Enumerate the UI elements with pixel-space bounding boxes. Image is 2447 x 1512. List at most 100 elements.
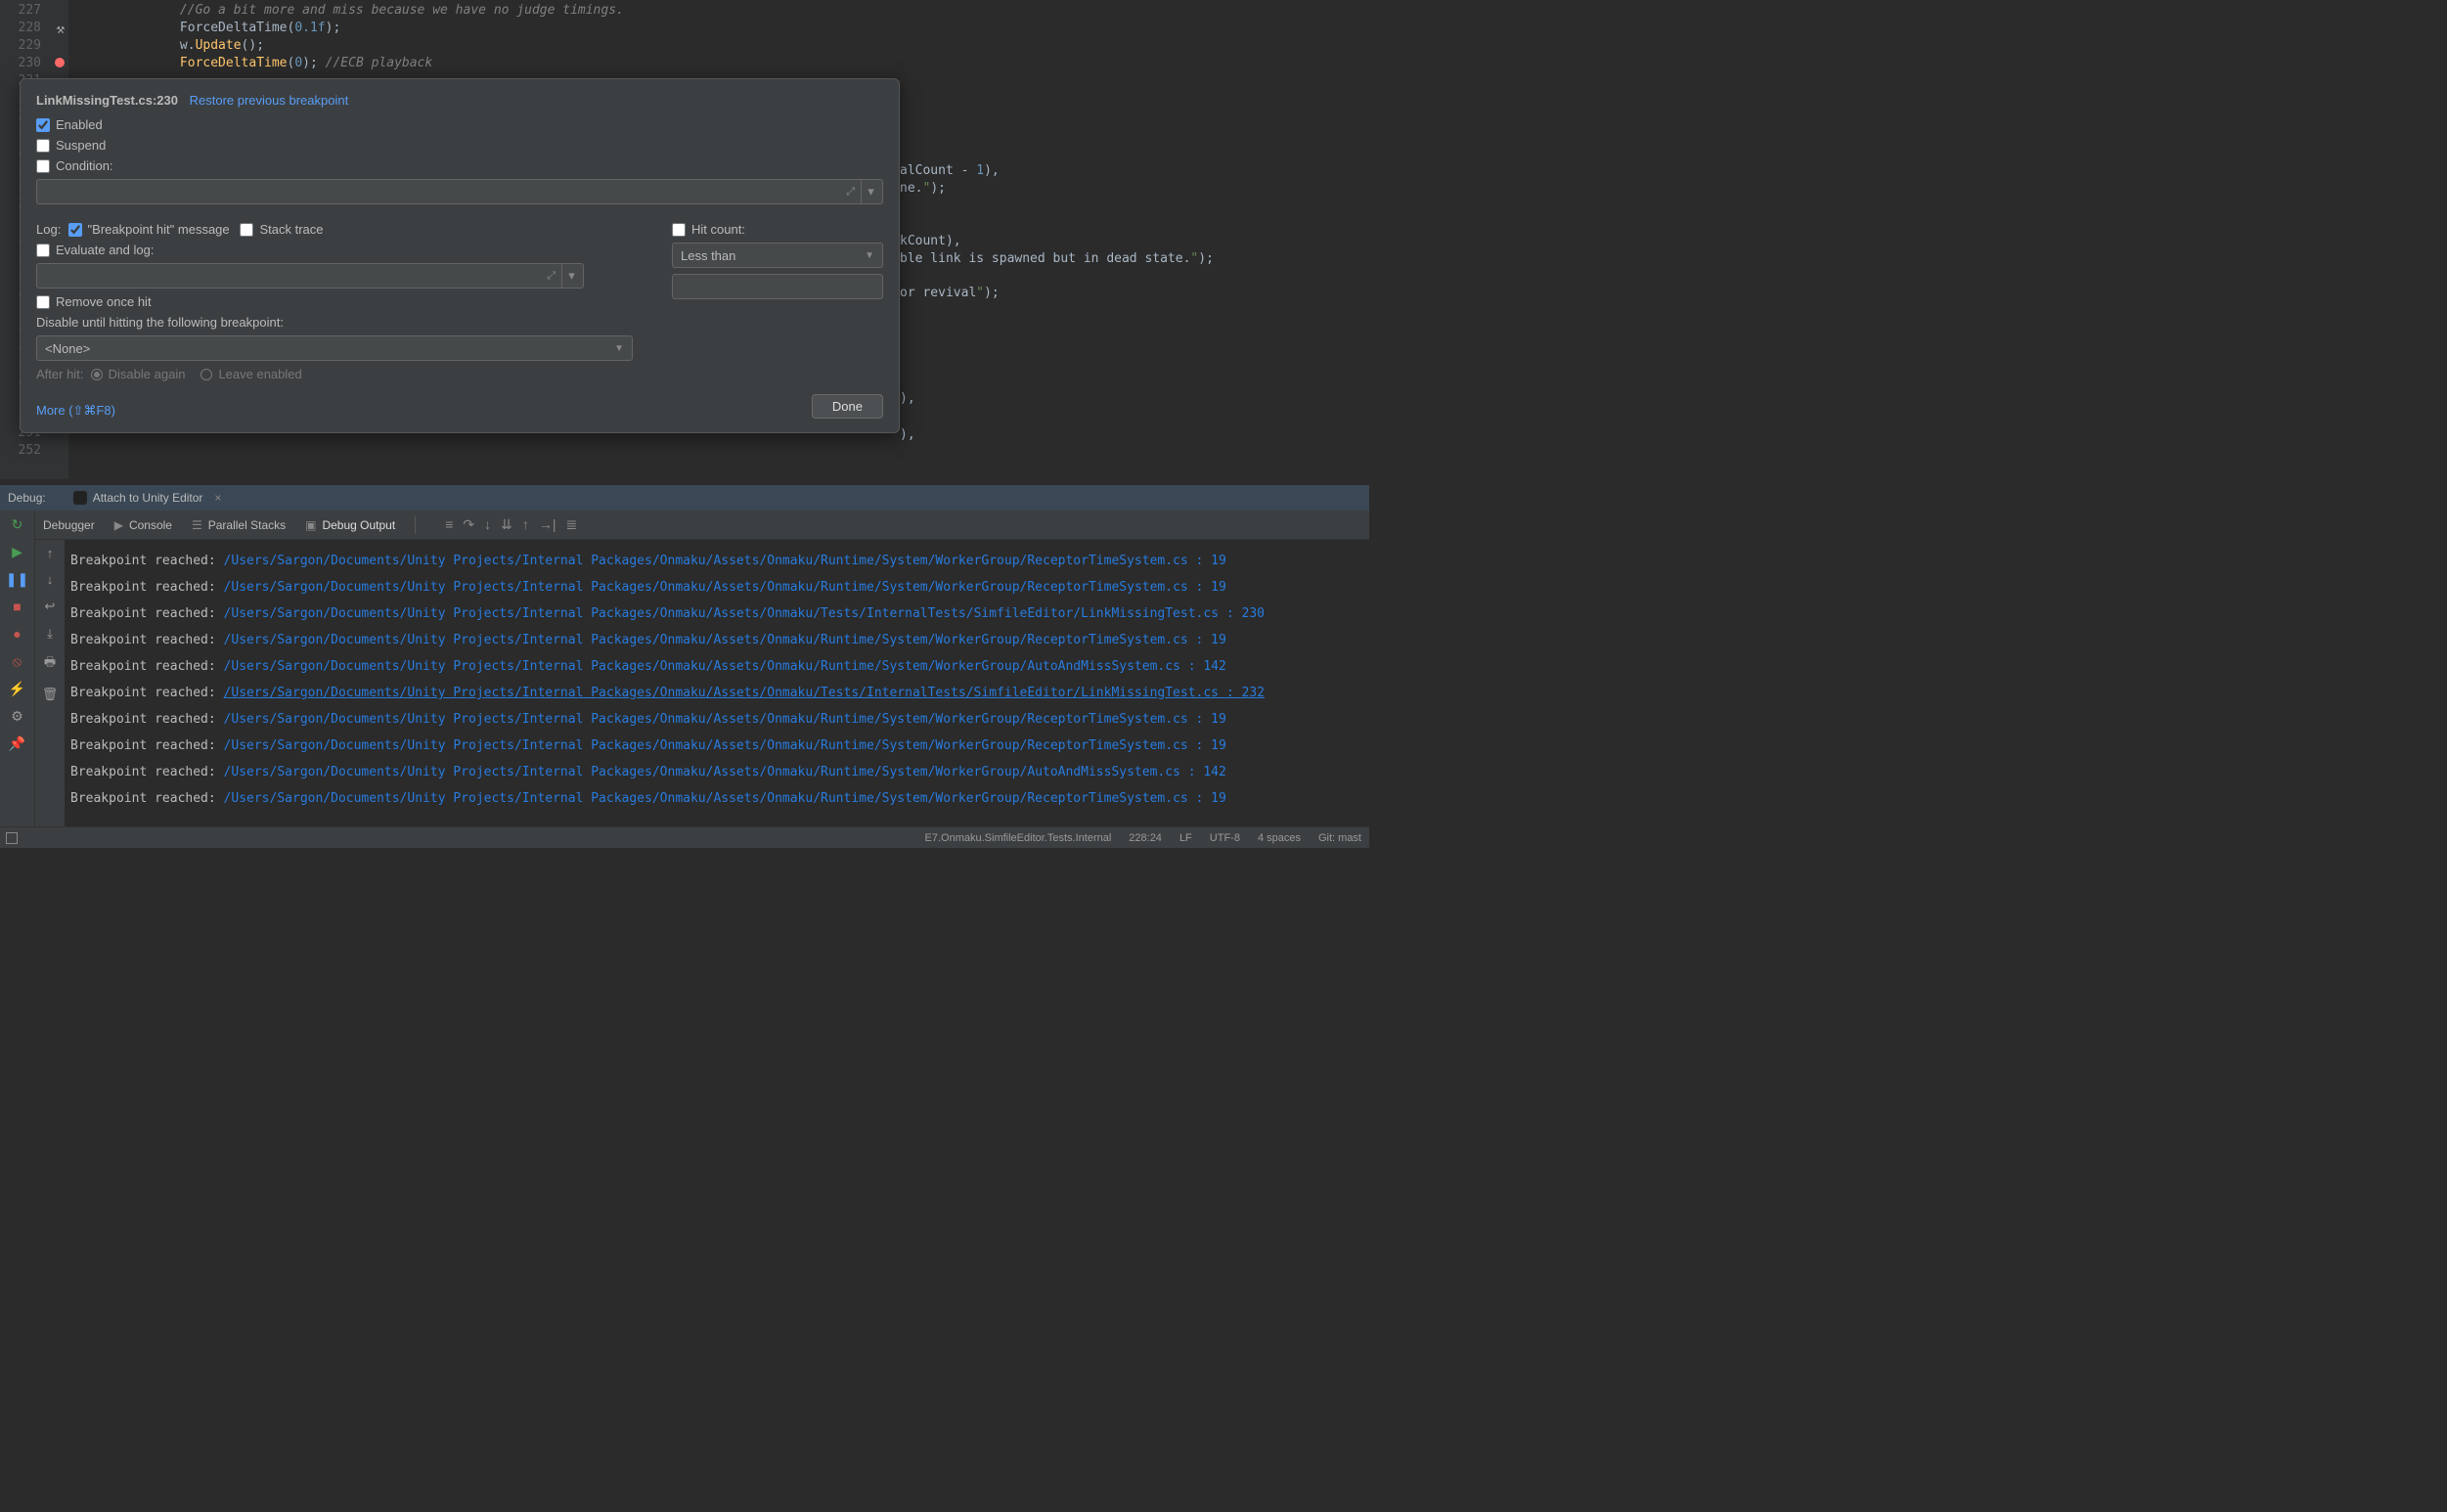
output-icon: ▣ bbox=[305, 518, 316, 532]
stop-icon[interactable]: ■ bbox=[10, 599, 25, 614]
stack-trace-checkbox[interactable]: Stack trace bbox=[240, 222, 323, 237]
expand-icon[interactable]: ⤢ bbox=[541, 270, 561, 283]
tab-debugger[interactable]: Debugger bbox=[43, 518, 95, 532]
debug-label: Debug: bbox=[8, 491, 46, 505]
separator bbox=[415, 516, 416, 534]
status-indent[interactable]: 4 spaces bbox=[1258, 832, 1301, 844]
file-link[interactable]: /Users/Sargon/Documents/Unity Projects/I… bbox=[224, 633, 1226, 647]
output-line[interactable]: Breakpoint reached: /Users/Sargon/Docume… bbox=[70, 653, 1363, 680]
code-line[interactable]: ForceDeltaTime(0); //ECB playback bbox=[88, 55, 1369, 72]
output-line[interactable]: Breakpoint reached: /Users/Sargon/Docume… bbox=[70, 785, 1363, 812]
file-link[interactable]: /Users/Sargon/Documents/Unity Projects/I… bbox=[224, 686, 1265, 700]
file-link[interactable]: /Users/Sargon/Documents/Unity Projects/I… bbox=[224, 791, 1226, 806]
force-step-into-icon[interactable]: ⇊ bbox=[501, 516, 512, 533]
debug-left-gutter-2: ↑ ↓ ↩ ⤓ 🖶 🗑 bbox=[35, 540, 65, 826]
up-icon[interactable]: ↑ bbox=[47, 546, 54, 560]
file-link[interactable]: /Users/Sargon/Documents/Unity Projects/I… bbox=[224, 765, 1226, 779]
tab-debug-output[interactable]: ▣Debug Output bbox=[305, 518, 395, 532]
evaluate-icon[interactable]: ≣ bbox=[565, 516, 577, 533]
output-line[interactable]: Breakpoint reached: /Users/Sargon/Docume… bbox=[70, 680, 1363, 706]
show-exec-point-icon[interactable]: ≡ bbox=[445, 516, 453, 533]
code-fragment: ), bbox=[900, 391, 915, 406]
step-out-icon[interactable]: ↑ bbox=[522, 516, 529, 533]
down-icon[interactable]: ↓ bbox=[47, 572, 54, 587]
code-fragment: or revival"); bbox=[900, 286, 1000, 300]
condition-input[interactable]: ⤢ ▾ bbox=[36, 179, 883, 204]
close-icon[interactable]: × bbox=[214, 491, 221, 505]
line-number[interactable]: 229 bbox=[0, 37, 68, 55]
clear-icon[interactable]: 🗑 bbox=[42, 687, 59, 702]
line-number[interactable]: 228⚒ bbox=[0, 20, 68, 37]
output-line[interactable]: Breakpoint reached: /Users/Sargon/Docume… bbox=[70, 600, 1363, 627]
tab-console[interactable]: ▶Console bbox=[114, 518, 172, 532]
remove-once-hit-checkbox[interactable]: Remove once hit bbox=[36, 294, 152, 309]
evaluate-log-input[interactable]: ⤢ ▾ bbox=[36, 263, 584, 289]
output-line[interactable]: Breakpoint reached: /Users/Sargon/Docume… bbox=[70, 548, 1363, 574]
lightning-icon[interactable]: ⚡ bbox=[10, 681, 25, 696]
output-line[interactable]: Breakpoint reached: /Users/Sargon/Docume… bbox=[70, 733, 1363, 759]
code-line[interactable]: w.Update(); bbox=[88, 37, 1369, 55]
code-fragment: ), bbox=[900, 427, 915, 442]
output-line[interactable]: Breakpoint reached: /Users/Sargon/Docume… bbox=[70, 706, 1363, 733]
code-fragment: ne."); bbox=[900, 181, 946, 196]
disable-until-select[interactable]: <None>▼ bbox=[36, 335, 633, 361]
status-project: E7.Onmaku.SimfileEditor.Tests.Internal bbox=[925, 832, 1112, 844]
file-link[interactable]: /Users/Sargon/Documents/Unity Projects/I… bbox=[224, 659, 1226, 674]
output-line[interactable]: Breakpoint reached: /Users/Sargon/Docume… bbox=[70, 574, 1363, 600]
chevron-down-icon[interactable]: ▾ bbox=[561, 264, 581, 288]
evaluate-log-checkbox[interactable]: Evaluate and log: bbox=[36, 243, 154, 257]
step-into-icon[interactable]: ↓ bbox=[484, 516, 491, 533]
tab-parallel-stacks[interactable]: ☰Parallel Stacks bbox=[192, 518, 286, 532]
breakpoint-title: LinkMissingTest.cs:230 bbox=[36, 93, 178, 108]
suspend-checkbox[interactable]: Suspend bbox=[36, 138, 106, 153]
pause-icon[interactable]: ❚❚ bbox=[10, 571, 25, 587]
debug-output-panel[interactable]: Breakpoint reached: /Users/Sargon/Docume… bbox=[65, 540, 1369, 826]
output-line[interactable]: Breakpoint reached: /Users/Sargon/Docume… bbox=[70, 627, 1363, 653]
code-line[interactable]: //Go a bit more and miss because we have… bbox=[88, 2, 1369, 20]
breakpoints-icon[interactable]: ● bbox=[10, 626, 25, 642]
run-to-cursor-icon[interactable]: →| bbox=[539, 516, 556, 533]
line-number[interactable]: 227 bbox=[0, 2, 68, 20]
hit-count-value-input[interactable] bbox=[672, 274, 883, 299]
hammer-icon: ⚒ bbox=[57, 21, 65, 38]
tool-window-icon[interactable] bbox=[6, 832, 18, 844]
line-number[interactable]: 252 bbox=[0, 442, 68, 460]
bp-hit-message-checkbox[interactable]: "Breakpoint hit" message bbox=[68, 222, 230, 237]
line-number[interactable]: 230 bbox=[0, 55, 68, 72]
file-link[interactable]: /Users/Sargon/Documents/Unity Projects/I… bbox=[224, 554, 1226, 568]
condition-checkbox[interactable]: Condition: bbox=[36, 158, 113, 173]
hit-count-op-select[interactable]: Less than▼ bbox=[672, 243, 883, 268]
wrap-icon[interactable]: ↩ bbox=[45, 599, 56, 614]
file-link[interactable]: /Users/Sargon/Documents/Unity Projects/I… bbox=[224, 606, 1265, 621]
disable-again-radio: Disable again bbox=[91, 367, 186, 381]
status-git[interactable]: Git: mast bbox=[1318, 832, 1361, 844]
rerun-icon[interactable]: ↻ bbox=[10, 516, 25, 532]
file-link[interactable]: /Users/Sargon/Documents/Unity Projects/I… bbox=[224, 712, 1226, 727]
file-link[interactable]: /Users/Sargon/Documents/Unity Projects/I… bbox=[224, 738, 1226, 753]
status-encoding[interactable]: UTF-8 bbox=[1210, 832, 1240, 844]
status-lineend[interactable]: LF bbox=[1179, 832, 1192, 844]
file-link[interactable]: /Users/Sargon/Documents/Unity Projects/I… bbox=[224, 580, 1226, 595]
step-over-icon[interactable]: ↷ bbox=[463, 516, 474, 533]
expand-icon[interactable]: ⤢ bbox=[840, 186, 861, 199]
restore-breakpoint-link[interactable]: Restore previous breakpoint bbox=[190, 93, 349, 108]
pin-icon[interactable]: 📌 bbox=[10, 735, 25, 751]
settings-icon[interactable]: ⚙ bbox=[10, 708, 25, 724]
scroll-icon[interactable]: ⤓ bbox=[47, 626, 53, 642]
leave-enabled-radio: Leave enabled bbox=[200, 367, 301, 381]
chevron-down-icon[interactable]: ▾ bbox=[861, 180, 880, 203]
code-line[interactable]: ForceDeltaTime(0.1f); bbox=[88, 20, 1369, 37]
status-position[interactable]: 228:24 bbox=[1129, 832, 1162, 844]
debug-toolbar: Debug: Attach to Unity Editor × bbox=[0, 485, 1369, 511]
mute-breakpoints-icon[interactable]: ⦸ bbox=[10, 653, 25, 669]
output-line[interactable]: Breakpoint reached: /Users/Sargon/Docume… bbox=[70, 759, 1363, 785]
print-icon[interactable]: 🖶 bbox=[44, 653, 56, 675]
resume-icon[interactable]: ▶ bbox=[10, 544, 25, 559]
breakpoint-marker[interactable] bbox=[55, 58, 65, 67]
debug-config-tab[interactable]: Attach to Unity Editor × bbox=[66, 489, 230, 507]
enabled-checkbox[interactable]: Enabled bbox=[36, 117, 103, 132]
hit-count-checkbox[interactable]: Hit count: bbox=[672, 222, 745, 237]
done-button[interactable]: Done bbox=[812, 394, 883, 419]
code-line[interactable] bbox=[88, 442, 1369, 460]
more-link[interactable]: More (⇧⌘F8) bbox=[36, 403, 883, 419]
